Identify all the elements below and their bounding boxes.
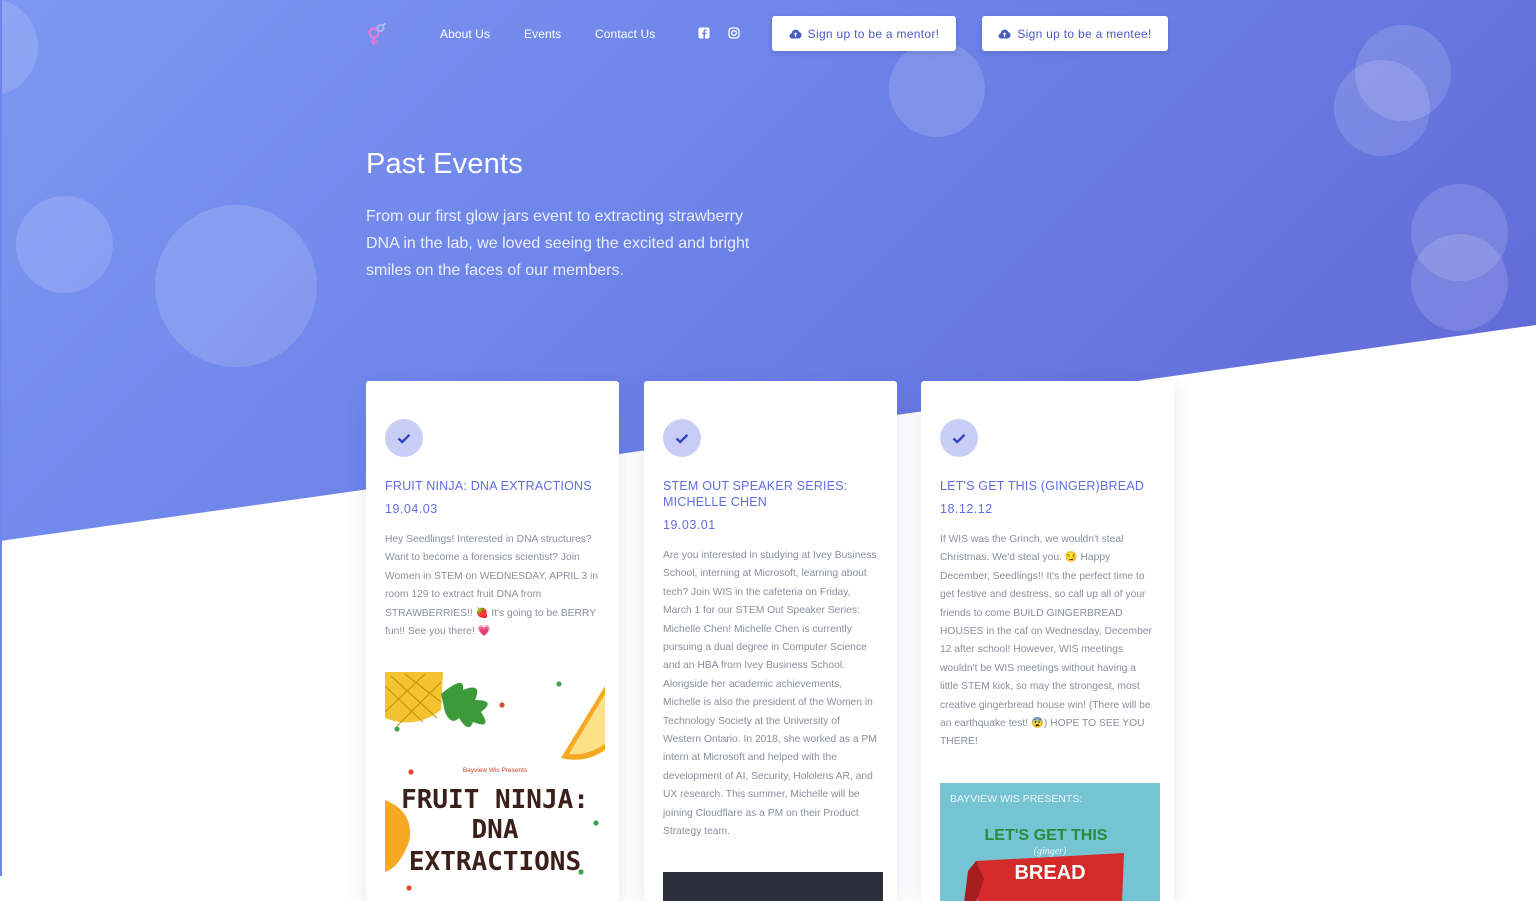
mentee-signup-label: Sign up to be a mentee!	[1017, 26, 1152, 41]
check-icon	[940, 419, 978, 457]
poster-line2: (ginger)	[1034, 846, 1067, 857]
mentee-signup-button[interactable]: Sign up to be a mentee!	[982, 16, 1168, 51]
cloud-upload-icon	[998, 29, 1011, 38]
nav-link-about[interactable]: About Us	[440, 27, 490, 41]
orange-slice-illustration	[561, 686, 605, 760]
event-date: 18.12.12	[940, 502, 993, 516]
event-description: If WIS was the Grinch, we wouldn't steal…	[940, 534, 1152, 748]
top-navbar: About Us Events Contact Us Sign up to be…	[0, 0, 1536, 70]
speaker-photo	[663, 872, 883, 901]
hero-description: From our first glow jars event to extrac…	[366, 208, 750, 279]
event-card: FRUIT NINJA: DNA EXTRACTIONS 19.04.03 He…	[366, 381, 619, 901]
decor-bubble	[16, 196, 113, 293]
mentor-signup-label: Sign up to be a mentor!	[807, 26, 940, 41]
event-description: Are you interested in studying at Ivey B…	[663, 550, 877, 838]
mentor-signup-button[interactable]: Sign up to be a mentor!	[772, 16, 956, 51]
poster-line3: EXTRACTIONS	[409, 847, 581, 877]
event-date: 19.04.03	[385, 502, 438, 516]
event-title: FRUIT NINJA: DNA EXTRACTIONS	[385, 479, 592, 493]
nav-link-events[interactable]: Events	[524, 27, 561, 41]
gender-symbols-logo-icon[interactable]	[364, 20, 390, 48]
poster-presenter: BAYVIEW WIS PRESENTS:	[950, 793, 1082, 805]
page-title: Past Events	[366, 148, 523, 180]
event-date: 19.03.01	[663, 518, 716, 532]
check-icon	[663, 419, 701, 457]
fruit-ninja-poster: Bayview Wis Presents FRUIT NINJA: DNA EX…	[385, 672, 605, 901]
left-edge	[0, 0, 2, 876]
event-title: LET'S GET THIS (GINGER)BREAD	[940, 479, 1145, 493]
pineapple-illustration	[385, 672, 488, 728]
gingerbread-poster: BAYVIEW WIS PRESENTS: LET'S GET THIS (gi…	[940, 783, 1160, 901]
poster-line2: DNA	[472, 815, 519, 845]
instagram-icon[interactable]	[728, 26, 742, 40]
check-icon	[385, 419, 423, 457]
poster-line1: FRUIT NINJA:	[401, 785, 589, 815]
decor-bubble	[155, 205, 317, 367]
poster-line3: BREAD	[1014, 862, 1085, 884]
poster-line1: LET'S GET THIS	[985, 827, 1108, 844]
event-card: LET'S GET THIS (GINGER)BREAD 18.12.12 If…	[921, 381, 1174, 901]
event-description: Hey Seedlings! Interested in DNA structu…	[385, 534, 599, 638]
nav-link-contact[interactable]: Contact Us	[595, 27, 655, 41]
cloud-upload-icon	[789, 29, 802, 38]
decor-bubble	[1411, 234, 1508, 331]
event-card: STEM OUT SPEAKER SERIES: MICHELLE CHEN 1…	[644, 381, 897, 901]
poster-presenter: Bayview Wis Presents	[463, 767, 528, 774]
facebook-icon[interactable]	[698, 26, 712, 40]
event-title: STEM OUT SPEAKER SERIES: MICHELLE CHEN	[663, 479, 848, 509]
decor-bubble	[1334, 60, 1430, 156]
